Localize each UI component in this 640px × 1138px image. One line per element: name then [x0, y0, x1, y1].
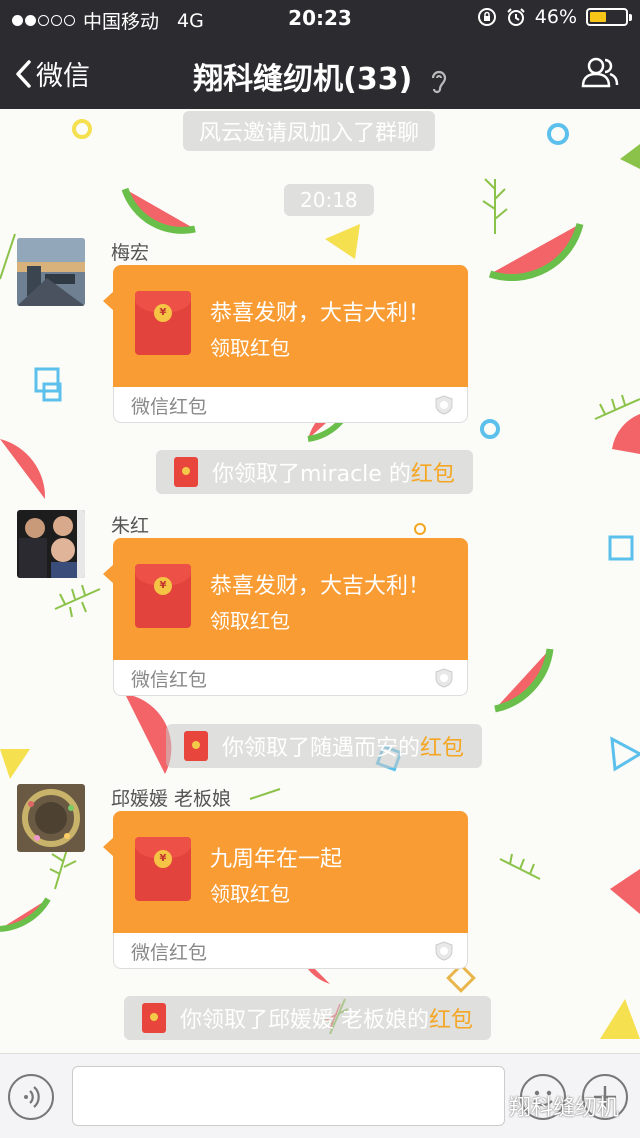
navigation-bar: 微信 翔科缝纫机(33) — [0, 36, 640, 109]
avatar[interactable] — [17, 510, 85, 578]
receipt-link[interactable]: 红包 — [420, 736, 464, 761]
shield-icon — [435, 941, 453, 961]
red-envelope-icon: ¥ — [135, 837, 191, 901]
red-packet-message[interactable]: ¥ 九周年在一起 领取红包 微信红包 — [103, 811, 468, 969]
sender-name: 梅宏 — [111, 242, 150, 264]
battery-percent: 46% — [534, 6, 577, 28]
red-packet-action: 领取红包 — [210, 336, 290, 360]
red-packet-brand: 微信红包 — [131, 396, 208, 418]
red-packet-message[interactable]: ¥ 恭喜发财，大吉大利！ 领取红包 微信红包 — [103, 538, 468, 696]
receipt-prefix: 你领取了 — [180, 1008, 269, 1033]
receipt-name: 随遇而安的 — [310, 736, 421, 761]
red-packet-message[interactable]: ¥ 恭喜发财，大吉大利！ 领取红包 微信红包 — [103, 265, 468, 423]
red-packet-receipt: 你领取了miracle 的红包 — [156, 450, 473, 494]
chat-title: 翔科缝纫机(33) — [193, 62, 413, 97]
shield-icon — [435, 395, 453, 415]
sender-name: 邱媛媛 老板娘 — [111, 788, 232, 810]
red-packet-greeting: 恭喜发财，大吉大利！ — [210, 301, 431, 326]
avatar[interactable] — [17, 238, 85, 306]
red-envelope-icon — [184, 731, 208, 761]
voice-icon — [24, 1086, 40, 1108]
mute-ear-icon — [431, 70, 446, 93]
group-members-icon[interactable] — [580, 56, 620, 88]
page-title: 翔科缝纫机(33) — [0, 54, 640, 98]
watermark: 翔科缝纫机 — [475, 1090, 619, 1122]
red-envelope-icon: ¥ — [135, 564, 191, 628]
receipt-prefix: 你领取了 — [212, 462, 301, 487]
wechat-logo-icon — [475, 1095, 504, 1117]
system-message-invite: 风云邀请凤加入了群聊 — [183, 111, 436, 151]
sender-name: 朱红 — [111, 515, 150, 537]
red-packet-receipt: 你领取了邱媛媛 老板娘的红包 — [124, 996, 492, 1040]
status-bar: 中国移动 4G 20:23 46% — [0, 0, 640, 36]
watermark-text: 翔科缝纫机 — [509, 1096, 620, 1121]
receipt-link[interactable]: 红包 — [429, 1008, 473, 1033]
rotation-lock-icon — [477, 8, 496, 26]
red-packet-brand: 微信红包 — [131, 942, 208, 964]
alarm-icon — [507, 8, 525, 26]
receipt-name: miracle 的 — [300, 462, 411, 487]
red-envelope-icon: ¥ — [135, 291, 191, 355]
avatar[interactable] — [17, 784, 85, 852]
red-packet-action: 领取红包 — [210, 609, 290, 633]
receipt-link[interactable]: 红包 — [411, 462, 455, 487]
red-packet-brand: 微信红包 — [131, 669, 208, 691]
red-packet-receipt: 你领取了随遇而安的红包 — [166, 724, 483, 768]
receipt-prefix: 你领取了 — [222, 736, 311, 761]
timestamp: 20:18 — [284, 184, 374, 216]
voice-input-button[interactable] — [8, 1074, 54, 1120]
red-envelope-icon — [142, 1003, 166, 1033]
chat-area[interactable]: 风云邀请凤加入了群聊 20:18 梅宏 ¥ 恭喜发财，大吉大利！ 领取红包 微信… — [0, 109, 640, 1053]
battery-icon — [586, 8, 632, 26]
red-packet-greeting: 恭喜发财，大吉大利！ — [210, 574, 431, 599]
shield-icon — [435, 668, 453, 688]
red-packet-action: 领取红包 — [210, 882, 290, 906]
red-packet-greeting: 九周年在一起 — [210, 847, 343, 872]
input-bar: 翔科缝纫机 — [0, 1053, 640, 1138]
red-envelope-icon — [174, 457, 198, 487]
message-input[interactable] — [72, 1066, 505, 1126]
receipt-name: 邱媛媛 老板娘的 — [268, 1008, 430, 1033]
